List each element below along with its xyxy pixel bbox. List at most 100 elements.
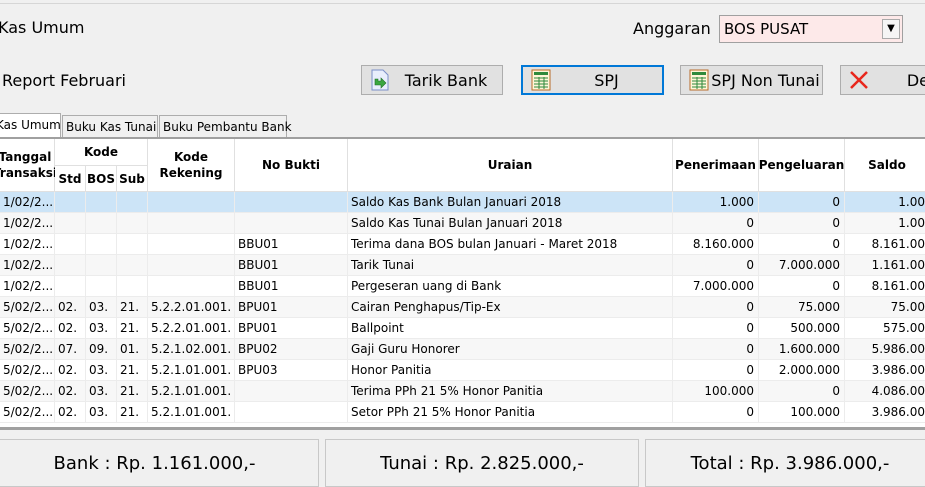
cell-no-bukti [235,192,348,213]
cell-std: 02. [55,381,86,402]
cell-kode-rekening: 5.2.2.01.001. [148,318,235,339]
cell-pengeluaran: 100.000 [759,402,845,423]
top-divider [0,3,925,4]
cell-tanggal: 5/02/2... [0,297,55,318]
cell-sub [117,276,148,297]
header-uraian[interactable]: Uraian [348,139,673,192]
table-row[interactable]: 5/02/2... 02. 03. 21. 5.2.2.01.001. BPU01 Cair… [0,297,925,318]
cell-bos: 03. [86,381,117,402]
grand-total: Total : Rp. 3.986.000,- [645,439,925,487]
cell-uraian: Cairan Penghapus/Tip-Ex [348,297,673,318]
header-sub[interactable]: Sub [117,166,148,192]
cell-uraian: Pergeseran uang di Bank [348,276,673,297]
tab-kas-umum[interactable]: Kas Umum [0,113,61,138]
table-row[interactable]: 5/02/2... 02. 03. 21. 5.2.1.01.001. Setor PPh… [0,402,925,423]
cell-sub: 21. [117,402,148,423]
header-kode: Kode [55,139,148,166]
header-bos[interactable]: BOS [86,166,117,192]
header-pengeluaran[interactable]: Pengeluaran [759,139,845,192]
header-no-bukti[interactable]: No Bukti [235,139,348,192]
anggaran-select[interactable]: BOS PUSAT ▼ [719,15,903,43]
cell-saldo: 4.086.00 [845,381,925,402]
header-tanggal[interactable]: Tanggal Transaksi [0,139,57,192]
delete-button[interactable]: De [840,65,925,95]
header-kode-rekening[interactable]: Kode Rekening [148,139,235,192]
cell-saldo: 8.161.00 [845,234,925,255]
cell-no-bukti: BBU01 [235,255,348,276]
tarik-bank-button[interactable]: Tarik Bank [361,65,503,95]
spreadsheet-icon [689,69,709,91]
table-row[interactable]: 1/02/2... Saldo Kas Tunai Bulan Januari 2… [0,213,925,234]
anggaran-value: BOS PUSAT [724,20,809,38]
cell-penerimaan: 0 [673,339,759,360]
cell-penerimaan: 0 [673,255,759,276]
cell-pengeluaran: 1.600.000 [759,339,845,360]
cell-tanggal: 5/02/2... [0,402,55,423]
cell-pengeluaran: 75.000 [759,297,845,318]
spj-button[interactable]: SPJ [521,65,664,95]
cell-tanggal: 5/02/2... [0,381,55,402]
cell-penerimaan: 7.000.000 [673,276,759,297]
cell-kode-rekening: 5.2.1.01.001. [148,381,235,402]
cell-std: 02. [55,318,86,339]
cell-no-bukti: BPU01 [235,318,348,339]
cell-no-bukti: BBU01 [235,276,348,297]
cell-bos [86,276,117,297]
kas-umum-table: Tanggal Transaksi Kode Std BOS Sub Kode … [0,137,925,427]
header-std[interactable]: Std [55,166,86,192]
tab-buku-pembantu-bank[interactable]: Buku Pembantu Bank [159,115,292,138]
cell-penerimaan: 1.000 [673,192,759,213]
cell-uraian: Saldo Kas Bank Bulan Januari 2018 [348,192,673,213]
cell-std: 02. [55,360,86,381]
cell-std [55,213,86,234]
tab-buku-kas-tunai[interactable]: Buku Kas Tunai [62,115,158,138]
cell-penerimaan: 0 [673,213,759,234]
cell-std [55,234,86,255]
cell-sub: 21. [117,360,148,381]
cell-pengeluaran: 0 [759,234,845,255]
cell-saldo: 5.986.00 [845,339,925,360]
cell-uraian: Gaji Guru Honorer [348,339,673,360]
table-row[interactable]: 1/02/2... BBU01 Pergeseran uang di Bank 7.0… [0,276,925,297]
cell-tanggal: 5/02/2... [0,360,55,381]
chevron-down-icon[interactable]: ▼ [882,19,900,39]
cell-no-bukti [235,402,348,423]
header-penerimaan[interactable]: Penerimaan [673,139,759,192]
cell-sub: 01. [117,339,148,360]
cell-no-bukti: BBU01 [235,234,348,255]
cell-uraian: Saldo Kas Tunai Bulan Januari 2018 [348,213,673,234]
spj-non-tunai-button[interactable]: SPJ Non Tunai [680,65,823,95]
cell-saldo: 75.00 [845,297,925,318]
table-row[interactable]: 1/02/2... BBU01 Tarik Tunai 0 7.000.000 1.161… [0,255,925,276]
cell-std [55,255,86,276]
cell-kode-rekening [148,213,235,234]
table-row[interactable]: 5/02/2... 02. 03. 21. 5.2.1.01.001. Terima PP… [0,381,925,402]
page-title: Kas Umum [0,18,85,37]
cell-no-bukti [235,213,348,234]
cell-uraian: Setor PPh 21 5% Honor Panitia [348,402,673,423]
table-row[interactable]: 5/02/2... 02. 03. 21. 5.2.1.01.001. BPU03 Hono… [0,360,925,381]
table-row[interactable]: 5/02/2... 02. 03. 21. 5.2.2.01.001. BPU01 Ball… [0,318,925,339]
report-label: Report Februari [2,71,126,90]
cell-std: 07. [55,339,86,360]
table-row[interactable]: 1/02/2... Saldo Kas Bank Bulan Januari 20… [0,192,925,213]
cell-bos: 03. [86,402,117,423]
cell-std [55,192,86,213]
anggaran-label: Anggaran [633,19,711,38]
cell-sub [117,255,148,276]
header-saldo[interactable]: Saldo [845,139,925,192]
cell-pengeluaran: 0 [759,213,845,234]
cell-bos: 03. [86,360,117,381]
cell-tanggal: 5/02/2... [0,318,55,339]
cell-sub [117,234,148,255]
cell-bos: 03. [86,297,117,318]
cell-bos: 09. [86,339,117,360]
table-row[interactable]: 1/02/2... BBU01 Terima dana BOS bulan Janu… [0,234,925,255]
cell-pengeluaran: 0 [759,192,845,213]
spj-label: SPJ [594,70,619,90]
cell-no-bukti: BPU02 [235,339,348,360]
cell-tanggal: 1/02/2... [0,192,55,213]
cell-sub [117,213,148,234]
table-row[interactable]: 5/02/2... 07. 09. 01. 5.2.1.02.001. BPU02 Gaji… [0,339,925,360]
cell-penerimaan: 0 [673,297,759,318]
